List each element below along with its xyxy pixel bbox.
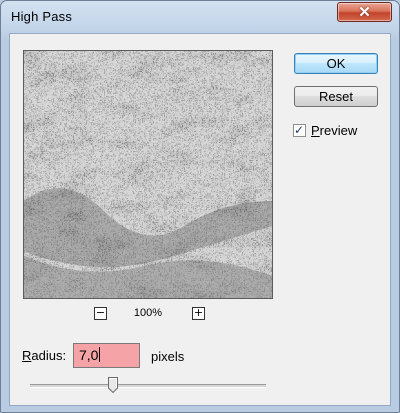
radius-slider-track[interactable] — [30, 384, 266, 388]
radius-input[interactable]: 7,0 — [73, 343, 140, 368]
radius-units: pixels — [151, 349, 185, 364]
dialog-title: High Pass — [11, 9, 73, 24]
radius-label-rest: adius: — [31, 348, 67, 363]
title-bar[interactable]: High Pass ✕ — [1, 1, 399, 33]
ok-button[interactable]: OK — [294, 53, 378, 74]
dialog-body: − 100% + OK Reset ✓ Preview Radius: 7,0 … — [9, 33, 391, 406]
radius-label: Radius: — [22, 348, 66, 363]
zoom-in-icon: + — [193, 306, 204, 319]
zoom-level: 100% — [133, 307, 163, 319]
preview-texture — [24, 51, 272, 298]
close-icon: ✕ — [358, 4, 371, 21]
zoom-in-button[interactable]: + — [192, 307, 205, 320]
zoom-out-icon: − — [95, 306, 106, 319]
preview-image[interactable] — [23, 50, 273, 299]
radius-value: 7,0 — [79, 347, 99, 363]
high-pass-dialog: High Pass ✕ − 100% + OK Reset ✓ Preview … — [0, 0, 400, 413]
text-caret — [99, 347, 101, 362]
close-button[interactable]: ✕ — [337, 2, 392, 22]
preview-checkbox[interactable]: ✓ — [293, 123, 306, 137]
preview-checkbox-label[interactable]: Preview — [311, 123, 357, 138]
preview-label-mnemonic: P — [311, 123, 320, 138]
zoom-out-button[interactable]: − — [94, 307, 107, 320]
radius-label-mnemonic: R — [22, 348, 32, 363]
preview-label-rest: review — [319, 123, 358, 138]
check-icon: ✓ — [294, 123, 305, 137]
slider-thumb-icon[interactable] — [107, 377, 118, 393]
reset-button[interactable]: Reset — [294, 86, 378, 107]
